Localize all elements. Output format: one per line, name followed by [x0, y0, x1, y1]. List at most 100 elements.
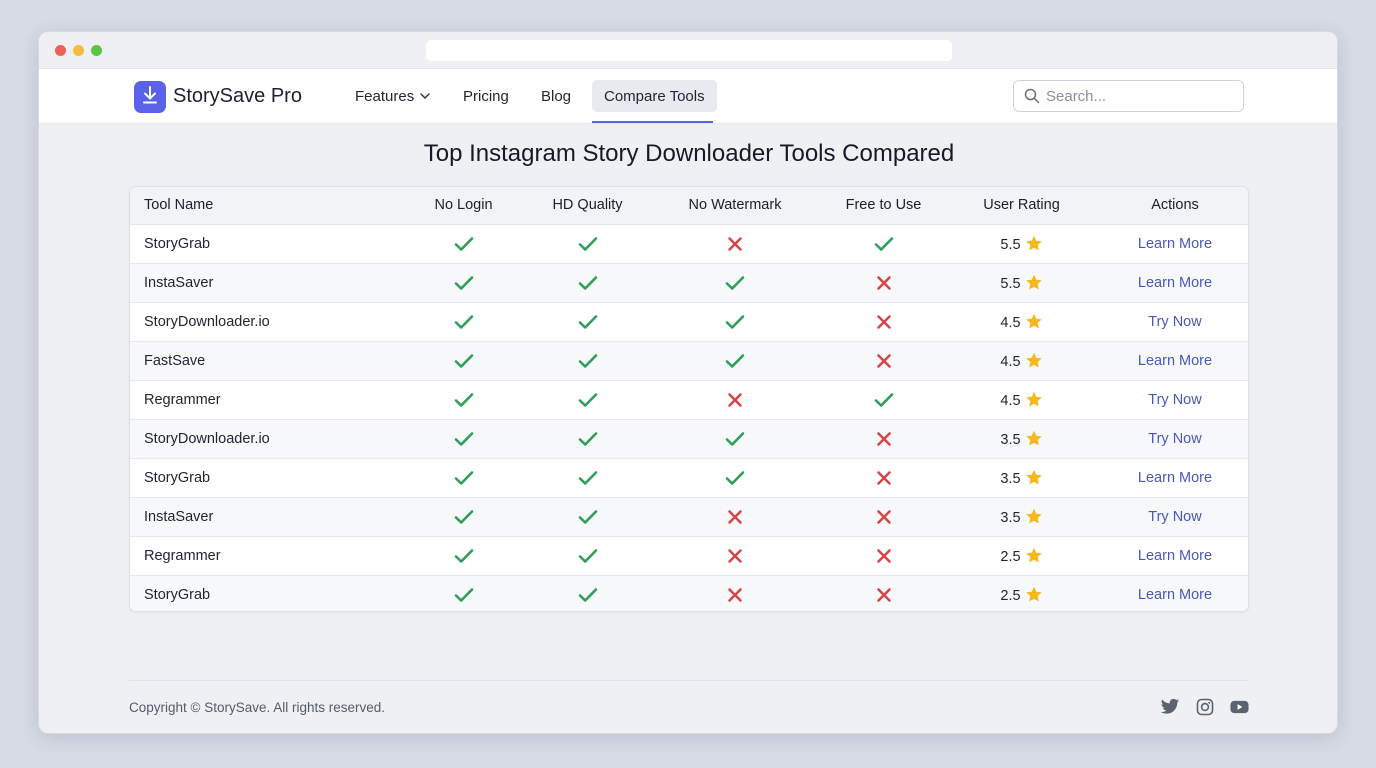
header-tool-name[interactable]: Tool Name — [130, 187, 398, 225]
search-input[interactable] — [1046, 87, 1226, 105]
copyright-text: Copyright © StorySave. All rights reserv… — [129, 700, 386, 715]
youtube-icon[interactable] — [1230, 698, 1249, 714]
minimize-window-button[interactable] — [73, 45, 84, 56]
star-icon — [1025, 430, 1043, 447]
no-watermark-cell — [646, 536, 824, 576]
rating-value: 4.5 — [1000, 314, 1021, 331]
table-body: StoryGrab 5.5 Learn More InstaSaver 5.5 Learn… — [130, 224, 1248, 611]
hd-quality-cell — [529, 419, 646, 459]
learn-more-link[interactable]: Learn More — [1138, 470, 1212, 486]
table-row: StoryGrab 2.5 Learn More — [130, 575, 1248, 611]
check-icon — [578, 392, 598, 408]
check-icon — [454, 431, 474, 447]
hd-quality-cell — [529, 575, 646, 611]
no-login-cell — [398, 458, 529, 498]
cross-icon — [876, 431, 892, 447]
header-no-watermark[interactable]: No Watermark — [646, 187, 824, 225]
cross-icon — [876, 548, 892, 564]
table-row: Regrammer 2.5 Learn More — [130, 536, 1248, 576]
check-icon — [578, 431, 598, 447]
check-icon — [578, 587, 598, 603]
rating-value: 4.5 — [1000, 353, 1021, 370]
star-icon — [1025, 352, 1043, 369]
search-icon — [1024, 88, 1040, 104]
cross-icon — [876, 587, 892, 603]
table-header-row: Tool Name No Login HD Quality No Waterma… — [130, 187, 1248, 225]
cross-icon — [876, 353, 892, 369]
learn-more-link[interactable]: Learn More — [1138, 236, 1212, 252]
cross-icon — [876, 275, 892, 291]
no-login-cell — [398, 419, 529, 459]
nav-item-compare-tools[interactable]: Compare Tools — [592, 80, 717, 112]
learn-more-link[interactable]: Learn More — [1138, 548, 1212, 564]
hd-quality-cell — [529, 536, 646, 576]
header-user-rating[interactable]: User Rating — [943, 187, 1100, 225]
page-title: Top Instagram Story Downloader Tools Com… — [423, 140, 955, 167]
free-to-use-cell — [824, 536, 943, 576]
check-icon — [578, 236, 598, 252]
address-bar[interactable] — [426, 40, 952, 61]
table-row: StoryGrab 3.5 Learn More — [130, 458, 1248, 498]
brand-name[interactable]: StorySave Pro — [173, 85, 302, 108]
check-icon — [578, 509, 598, 525]
try-now-link[interactable]: Try Now — [1148, 314, 1201, 330]
rating-value: 2.5 — [1000, 548, 1021, 565]
instagram-icon[interactable] — [1196, 698, 1214, 716]
nav-item-pricing[interactable]: Pricing — [451, 80, 521, 112]
rating-value: 3.5 — [1000, 509, 1021, 526]
tool-name-cell: StoryGrab — [130, 224, 398, 264]
twitter-icon[interactable] — [1160, 698, 1180, 716]
check-icon — [725, 353, 745, 369]
try-now-link[interactable]: Try Now — [1148, 392, 1201, 408]
logo[interactable] — [134, 81, 166, 113]
free-to-use-cell — [824, 419, 943, 459]
check-icon — [725, 431, 745, 447]
no-watermark-cell — [646, 341, 824, 381]
header-hd-quality[interactable]: HD Quality — [529, 187, 646, 225]
actions-cell: Try Now — [1100, 497, 1248, 537]
try-now-link[interactable]: Try Now — [1148, 509, 1201, 525]
star-icon — [1025, 508, 1043, 525]
maximize-window-button[interactable] — [91, 45, 102, 56]
tool-name-cell: Regrammer — [130, 380, 398, 420]
header-free-to-use[interactable]: Free to Use — [824, 187, 943, 225]
nav-item-features[interactable]: Features — [343, 80, 442, 112]
check-icon — [454, 509, 474, 525]
free-to-use-cell — [824, 458, 943, 498]
nav-item-blog[interactable]: Blog — [529, 80, 583, 112]
actions-cell: Try Now — [1100, 302, 1248, 342]
check-icon — [454, 548, 474, 564]
actions-cell: Learn More — [1100, 263, 1248, 303]
free-to-use-cell — [824, 263, 943, 303]
check-icon — [874, 236, 894, 252]
hd-quality-cell — [529, 302, 646, 342]
learn-more-link[interactable]: Learn More — [1138, 587, 1212, 603]
no-watermark-cell — [646, 419, 824, 459]
no-login-cell — [398, 302, 529, 342]
rating-value: 4.5 — [1000, 392, 1021, 409]
star-icon — [1025, 586, 1043, 603]
tool-name-cell: StoryDownloader.io — [130, 302, 398, 342]
user-rating-cell: 5.5 — [943, 263, 1100, 303]
try-now-link[interactable]: Try Now — [1148, 431, 1201, 447]
header-no-login[interactable]: No Login — [398, 187, 529, 225]
learn-more-link[interactable]: Learn More — [1138, 353, 1212, 369]
tool-name-cell: InstaSaver — [130, 263, 398, 303]
actions-cell: Learn More — [1100, 575, 1248, 611]
learn-more-link[interactable]: Learn More — [1138, 275, 1212, 291]
check-icon — [725, 314, 745, 330]
no-watermark-cell — [646, 575, 824, 611]
close-window-button[interactable] — [55, 45, 66, 56]
hd-quality-cell — [529, 224, 646, 264]
comparison-table-card: Tool Name No Login HD Quality No Waterma… — [129, 186, 1249, 612]
hd-quality-cell — [529, 380, 646, 420]
hd-quality-cell — [529, 341, 646, 381]
search-box[interactable] — [1013, 80, 1244, 112]
cross-icon — [727, 548, 743, 564]
cross-icon — [876, 470, 892, 486]
no-login-cell — [398, 575, 529, 611]
table-row: StoryGrab 5.5 Learn More — [130, 224, 1248, 264]
tool-name-cell: StoryGrab — [130, 458, 398, 498]
table-row: InstaSaver 3.5 Try Now — [130, 497, 1248, 537]
check-icon — [578, 353, 598, 369]
